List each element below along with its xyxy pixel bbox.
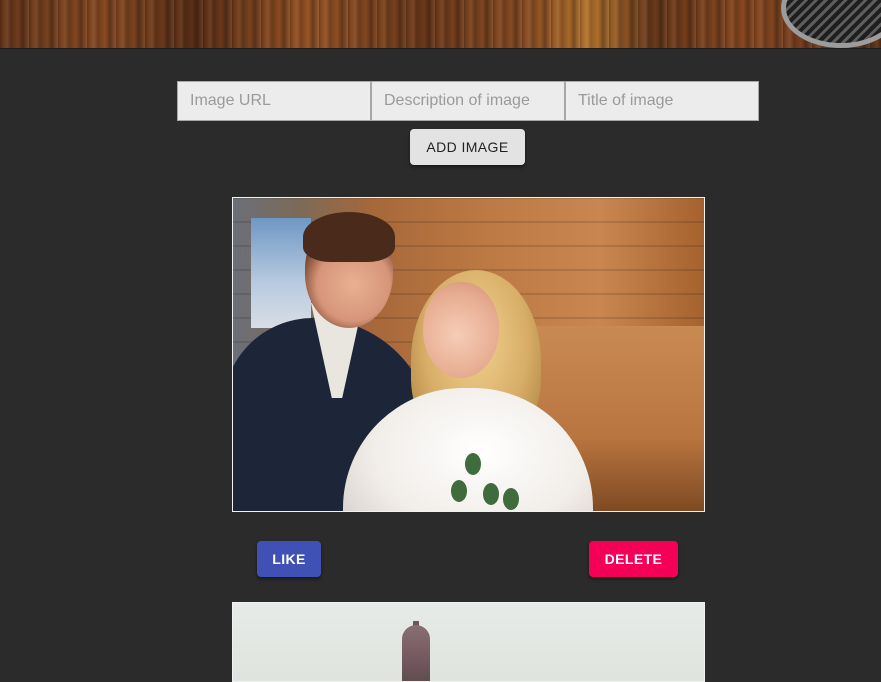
image-card-photo — [232, 602, 705, 682]
camera-dial-icon — [781, 0, 881, 48]
photo-leaf — [465, 453, 481, 475]
photo-groom-hair — [303, 212, 395, 262]
image-description-input[interactable] — [371, 81, 565, 121]
add-image-button[interactable]: ADD IMAGE — [410, 129, 525, 165]
image-url-input[interactable] — [177, 81, 371, 121]
photo-tower — [402, 625, 430, 681]
photo-leaf — [483, 483, 499, 505]
delete-button[interactable]: DELETE — [589, 541, 678, 577]
photo-bride-face — [423, 282, 499, 378]
image-card-photo — [232, 197, 705, 512]
photo-leaf — [503, 488, 519, 510]
photo-leaf — [451, 480, 467, 502]
add-image-form — [177, 81, 759, 121]
image-title-input[interactable] — [565, 81, 759, 121]
photo-window — [251, 218, 311, 328]
header-banner — [0, 0, 881, 49]
like-button[interactable]: LIKE — [257, 541, 321, 577]
